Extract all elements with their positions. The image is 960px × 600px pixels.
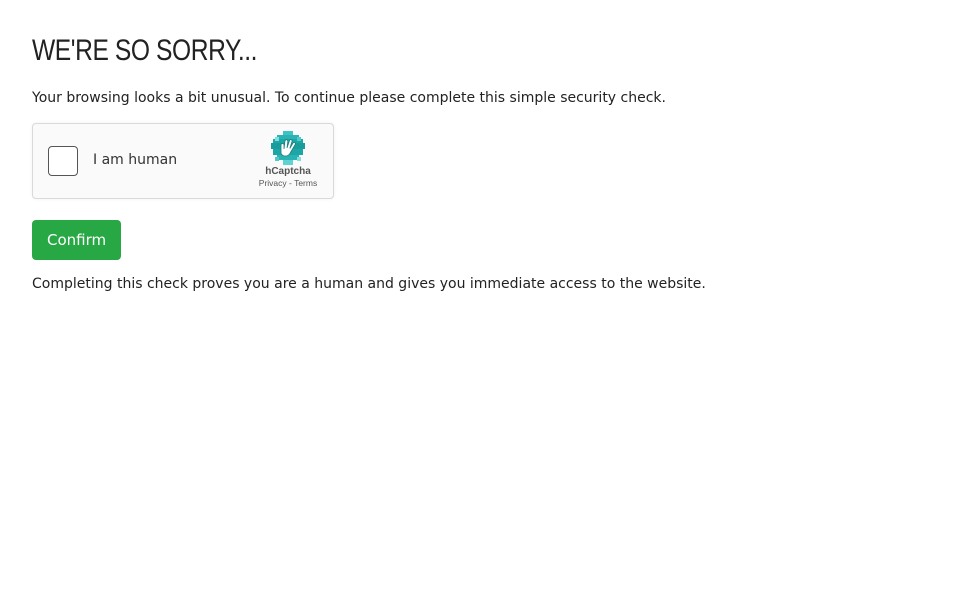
hcaptcha-brand-name: hCaptcha [265, 166, 311, 177]
confirm-button[interactable]: Confirm [32, 220, 122, 260]
footnote-text: Completing this check proves you are a h… [32, 276, 706, 292]
human-checkbox[interactable] [48, 146, 78, 176]
hcaptcha-branding: hCaptcha Privacy - Terms [253, 131, 323, 188]
links-separator: - [286, 178, 295, 188]
privacy-link[interactable]: Privacy [259, 178, 287, 188]
hcaptcha-links: Privacy - Terms [253, 178, 323, 188]
hcaptcha-hand-icon [271, 131, 305, 165]
hcaptcha-widget: I am human hCaptcha Privacy - Terms [32, 123, 334, 199]
security-check-page: WE'RE SO SORRY... Your browsing looks a … [0, 0, 960, 600]
terms-link[interactable]: Terms [294, 178, 317, 188]
intro-text: Your browsing looks a bit unusual. To co… [32, 90, 666, 106]
human-checkbox-label[interactable]: I am human [93, 152, 177, 168]
page-title: WE'RE SO SORRY... [32, 34, 258, 67]
